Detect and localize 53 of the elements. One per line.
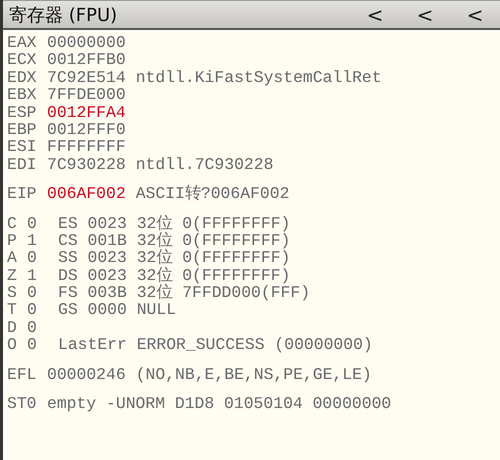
register-value: 006AF002 <box>47 185 126 203</box>
flag-value: 0 <box>27 301 38 319</box>
flag-value: 0 <box>27 249 38 267</box>
switch-button[interactable]: < <box>350 2 400 26</box>
segment-info: GS 0000 NULL <box>58 301 176 319</box>
register-comment: ntdll.7C930228 <box>136 156 274 174</box>
flag-name: C <box>7 214 18 232</box>
segment-info: DS 0023 32位 0(FFFFFFFF) <box>58 266 290 284</box>
flag-name: T <box>7 301 18 319</box>
register-value: 00000246 <box>47 366 126 384</box>
register-name: ST0 <box>7 395 38 412</box>
flag-value: 0 <box>27 336 38 354</box>
register-name: EBX <box>7 86 38 104</box>
segment-info: CS 001B 32位 0(FFFFFFFF) <box>58 232 290 250</box>
segment-info: ES 0023 32位 0(FFFFFFFF) <box>58 214 290 232</box>
register-value: 7C930228 <box>47 156 126 174</box>
register-value: 0012FFA4 <box>47 104 126 121</box>
flag-name: S <box>7 284 18 302</box>
flag-value: 0 <box>27 214 38 232</box>
register-value: 7FFDE000 <box>47 86 126 104</box>
flag-name: A <box>7 249 18 267</box>
flag-name: O <box>7 336 18 354</box>
segment-info: SS 0023 32位 0(FFFFFFFF) <box>58 249 290 267</box>
register-comment: (NO,NB,E,BE,NS,PE,GE,LE) <box>136 366 372 384</box>
flag-name: D <box>7 318 18 336</box>
register-name: ESI <box>7 138 38 156</box>
register-name: ESP <box>7 104 38 121</box>
flag-value: 1 <box>27 232 38 250</box>
register-name: EDI <box>7 156 38 174</box>
flag-value: 1 <box>27 266 38 284</box>
register-name: EBP <box>7 120 38 138</box>
register-value: 0012FFF0 <box>47 120 126 138</box>
register-name: EDX <box>7 68 38 86</box>
register-name: ECX <box>7 51 38 69</box>
switch-button[interactable]: < <box>400 2 450 26</box>
segment-info: FS 003B 32位 7FFDD000(FFF) <box>58 284 310 302</box>
register-value: empty -UNORM D1D8 01050104 00000000 <box>47 395 392 412</box>
register-value: 00000000 <box>47 34 126 52</box>
switch-button[interactable]: < <box>450 2 500 26</box>
register-value: FFFFFFFF <box>47 138 126 156</box>
register-value: 0012FFB0 <box>47 51 126 69</box>
register-value: 7C92E514 <box>47 68 126 86</box>
flag-value: 0 <box>27 284 38 302</box>
register-comment: ntdll.KiFastSystemCallRet <box>136 68 382 86</box>
register-name: EIP <box>7 185 38 203</box>
register-comment: ASCII转?006AF002 <box>136 185 290 203</box>
flag-name: Z <box>7 266 18 284</box>
register-name: EAX <box>7 34 38 52</box>
flag-value: 0 <box>27 318 38 336</box>
panel-title: 寄存器 (FPU) <box>9 4 118 26</box>
register-name: EFL <box>7 366 38 384</box>
flag-name: P <box>7 232 18 250</box>
segment-info: LastErr ERROR_SUCCESS (00000000) <box>58 336 373 354</box>
